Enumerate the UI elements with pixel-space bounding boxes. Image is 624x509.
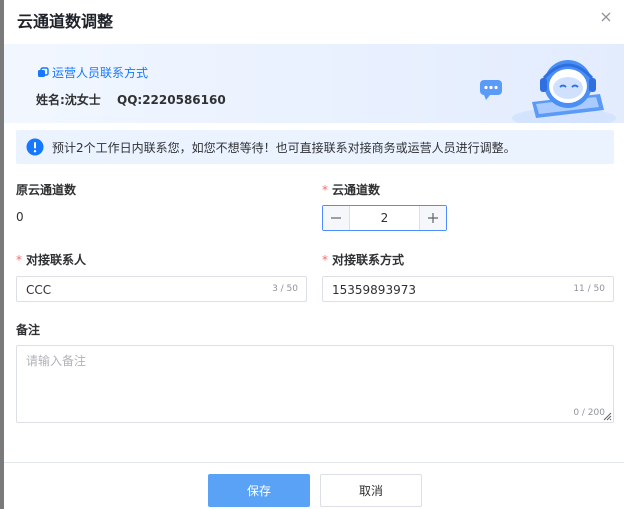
remark-counter: 0 / 200: [573, 408, 605, 418]
footer-divider: [4, 462, 624, 463]
contact-method-label-text: 对接联系方式: [332, 253, 405, 267]
notice-bar: 预计2个工作日内联系您，如您不想等待！也可直接联系对接商务或运营人员进行调整。: [16, 130, 614, 164]
operator-qq: QQ:2220586160: [117, 93, 226, 107]
required-mark: *: [322, 253, 328, 267]
contact-person-label-text: 对接联系人: [26, 253, 87, 267]
contact-method-input[interactable]: 15359893973 11 / 50: [322, 276, 614, 302]
remark-textarea[interactable]: 请输入备注 0 / 200: [16, 345, 614, 423]
robot-illustration: [480, 60, 616, 123]
cancel-button[interactable]: 取消: [320, 474, 422, 507]
channels-stepper[interactable]: 2: [322, 205, 447, 231]
notice-text: 预计2个工作日内联系您，如您不想等待！也可直接联系对接商务或运营人员进行调整。: [52, 140, 516, 155]
info-icon: [26, 138, 44, 156]
channels-label: * 云通道数: [322, 181, 380, 198]
operator-contact-link[interactable]: 运营人员联系方式: [37, 64, 148, 81]
decrease-button[interactable]: [323, 206, 350, 230]
link-icon: [38, 66, 49, 77]
plus-icon: [428, 213, 438, 223]
original-channels-value: 0: [16, 210, 24, 224]
save-button[interactable]: 保存: [208, 474, 310, 507]
channel-adjust-dialog: 云通道数调整 运营人员联系方式 姓名:沈女士 QQ:2220586160 预计2…: [4, 0, 624, 509]
contact-method-value: 15359893973: [332, 283, 416, 297]
close-icon[interactable]: [598, 9, 614, 25]
contact-banner: 运营人员联系方式 姓名:沈女士 QQ:2220586160: [4, 44, 624, 123]
channels-input[interactable]: 2: [350, 206, 419, 230]
contact-method-counter: 11 / 50: [573, 284, 605, 294]
contact-person-value: CCC: [26, 283, 52, 297]
dialog-title: 云通道数调整: [17, 12, 114, 31]
contact-person-input[interactable]: CCC 3 / 50: [16, 276, 307, 302]
original-channels-label: 原云通道数: [16, 181, 76, 198]
increase-button[interactable]: [419, 206, 446, 230]
operator-info: 姓名:沈女士 QQ:2220586160: [36, 91, 226, 108]
operator-name: 姓名:沈女士: [36, 93, 101, 107]
remark-placeholder: 请输入备注: [26, 354, 87, 368]
contact-method-label: * 对接联系方式: [322, 251, 404, 268]
contact-person-label: * 对接联系人: [16, 251, 86, 268]
operator-contact-label: 运营人员联系方式: [52, 66, 149, 80]
required-mark: *: [322, 183, 328, 197]
original-channels-label-text: 原云通道数: [16, 183, 77, 197]
remark-label: 备注: [16, 321, 40, 338]
dialog-header: 云通道数调整: [4, 0, 624, 36]
resize-grip-icon[interactable]: [602, 411, 612, 421]
remark-label-text: 备注: [16, 323, 41, 337]
minus-icon: [331, 217, 341, 219]
contact-person-counter: 3 / 50: [272, 284, 298, 294]
channels-label-text: 云通道数: [332, 183, 381, 197]
required-mark: *: [16, 253, 22, 267]
